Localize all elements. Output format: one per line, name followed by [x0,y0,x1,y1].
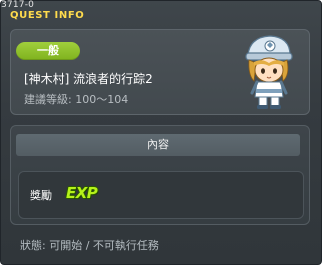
npc-character-icon [245,35,293,109]
reward-box [18,171,304,219]
recommended-level: 建議等級: 100～104 [24,93,129,106]
reward-label: 獎勵 [30,189,52,202]
window-title: QUEST INFO [10,10,85,21]
quest-status: 狀態: 可開始 / 不可執行任務 [20,239,159,252]
exp-icon[interactable]: EXP [66,184,98,202]
content-section-header: 內容 [16,134,300,156]
quest-type-badge: 一般 [16,42,80,60]
quest-name: [神木村] 流浪者的行踪2 [24,72,153,86]
quest-id-tag: 3717-0 [1,0,35,10]
